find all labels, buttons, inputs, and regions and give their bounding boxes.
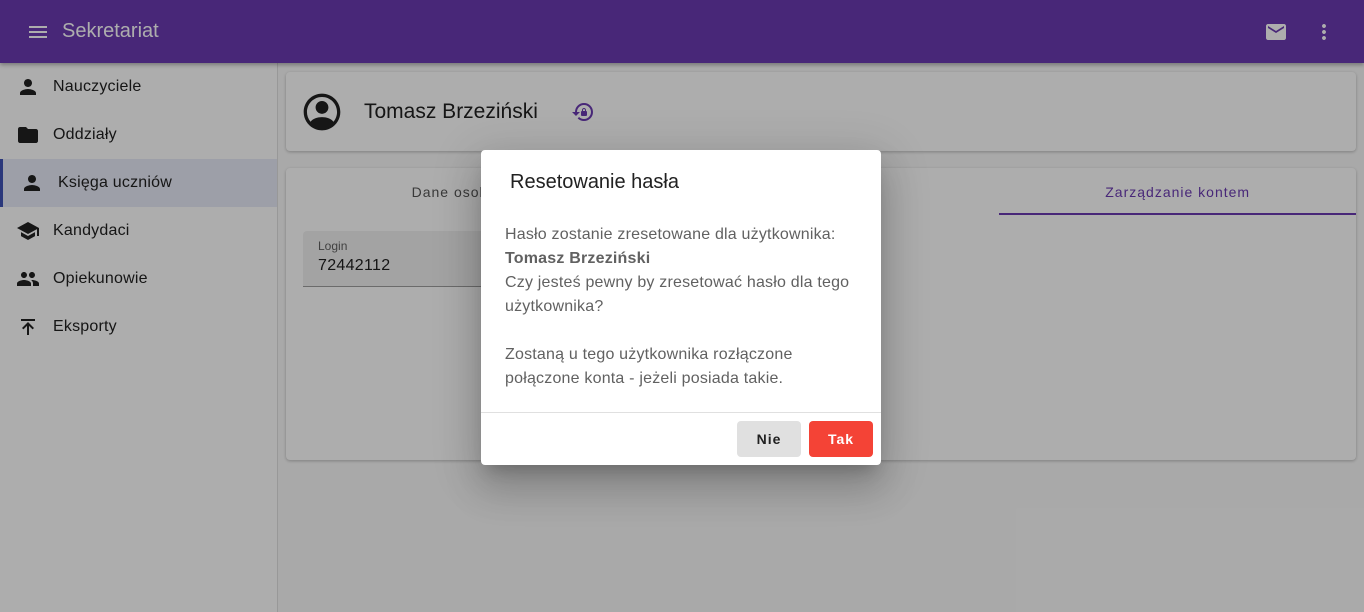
dialog-line-3: Zostaną u tego użytkownika rozłączone po…: [505, 346, 793, 387]
dialog-title: Resetowanie hasła: [510, 171, 679, 193]
dialog-body: Hasło zostanie zresetowane dla użytkowni…: [505, 223, 857, 391]
no-button[interactable]: Nie: [737, 421, 801, 457]
dialog-line-1: Hasło zostanie zresetowane dla użytkowni…: [505, 226, 836, 243]
dialog-user-name: Tomasz Brzeziński: [505, 250, 651, 267]
yes-button[interactable]: Tak: [809, 421, 873, 457]
reset-password-dialog: Resetowanie hasła Hasło zostanie zreseto…: [481, 150, 881, 465]
dialog-divider: [481, 412, 881, 413]
dialog-line-2: Czy jesteś pewny by zresetować hasło dla…: [505, 274, 850, 315]
